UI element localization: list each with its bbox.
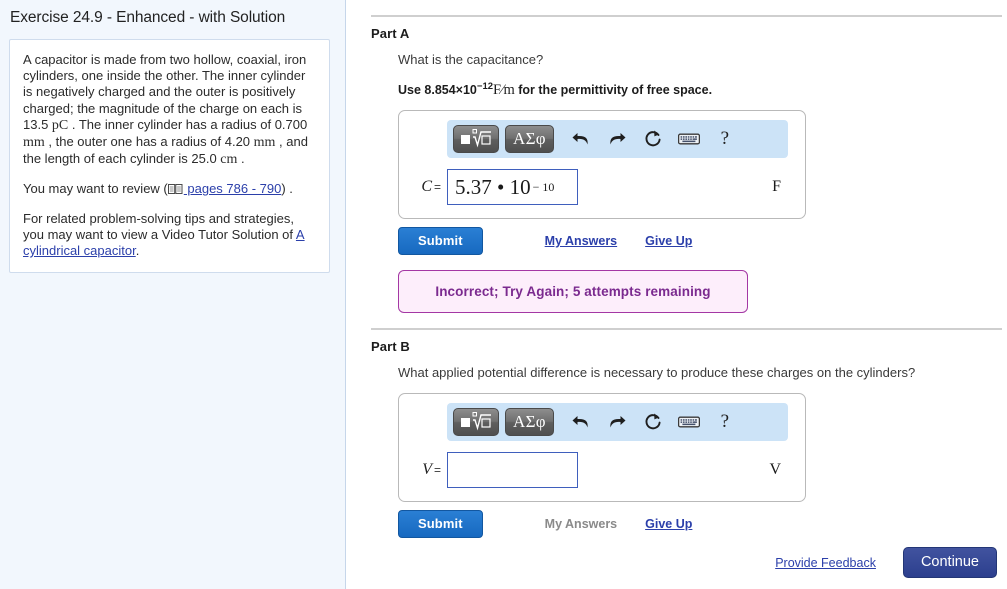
part-a-label: Part A bbox=[371, 26, 410, 41]
part-a-question: What is the capacitance? bbox=[398, 52, 544, 67]
help-icon[interactable]: ? bbox=[710, 408, 740, 436]
part-a-answer-row: C = 5.37 • 10− 10 F bbox=[399, 168, 805, 206]
problem-statement-box: A capacitor is made from two hollow, coa… bbox=[9, 39, 330, 274]
unit-millimeter-inner: mm bbox=[23, 135, 45, 151]
keyboard-icon[interactable] bbox=[674, 125, 704, 153]
video-tutor-prefix: For related problem-solving tips and str… bbox=[23, 210, 296, 242]
hint-exponent: −12 bbox=[476, 81, 494, 92]
template-button[interactable] bbox=[453, 125, 499, 154]
problem-text-b: . The inner cylinder has a radius of 0.7… bbox=[68, 116, 308, 132]
part-a-answer-input[interactable]: 5.37 • 10− 10 bbox=[447, 169, 578, 206]
part-b-variable-label: V = bbox=[413, 461, 447, 479]
part-b-variable: V bbox=[422, 461, 432, 479]
problem-paragraph-2: You may want to review ( pages 786 - 790… bbox=[23, 181, 316, 197]
part-a-math-toolbar: ΑΣφ ? bbox=[447, 120, 788, 159]
part-a-feedback-banner: Incorrect; Try Again; 5 attempts remaini… bbox=[398, 270, 748, 314]
unit-centimeter: cm bbox=[220, 152, 238, 168]
part-b-label: Part B bbox=[371, 339, 410, 355]
part-a-block: Part A What is the capacitance? Use 8.85… bbox=[346, 15, 1007, 314]
part-b-submit-button[interactable]: Submit bbox=[398, 510, 483, 539]
template-button[interactable] bbox=[453, 408, 499, 437]
part-b-give-up-link[interactable]: Give Up bbox=[645, 517, 692, 531]
unit-picocoulomb: pC bbox=[51, 117, 69, 133]
help-icon[interactable]: ? bbox=[710, 125, 740, 153]
bottom-action-bar: Provide Feedback Continue bbox=[775, 547, 997, 578]
hint-prefix: Use 8.854×10 bbox=[398, 83, 477, 98]
continue-button[interactable]: Continue bbox=[902, 547, 997, 578]
problem-text-c: , the outer one has a radius of 4.20 bbox=[44, 134, 254, 150]
hint-unit: F∕m bbox=[493, 82, 515, 99]
exercise-page: Exercise 24.9 - Enhanced - with Solution… bbox=[0, 0, 1007, 589]
part-a-action-row: Submit My Answers Give Up bbox=[398, 227, 806, 256]
part-b-divider bbox=[371, 328, 1002, 331]
video-tutor-suffix: . bbox=[135, 243, 140, 259]
review-prefix: You may want to review ( bbox=[23, 181, 168, 197]
greek-symbols-button[interactable]: ΑΣφ bbox=[505, 408, 554, 437]
part-a-equals: = bbox=[433, 180, 441, 195]
provide-feedback-link[interactable]: Provide Feedback bbox=[775, 556, 876, 570]
part-b-answer-input[interactable] bbox=[447, 452, 578, 489]
part-b-block: Part B What applied potential difference… bbox=[346, 328, 1007, 539]
part-a-answer-panel: ΑΣφ ? C = 5.37 • 10 − 10 F bbox=[398, 110, 806, 220]
part-a-my-answers-link[interactable]: My Answers bbox=[545, 234, 617, 248]
part-a-answer-value: 5.37 • 10 bbox=[455, 174, 531, 199]
unit-millimeter-outer: mm bbox=[253, 135, 276, 151]
part-b-unit: V bbox=[769, 461, 781, 479]
problem-sidebar: Exercise 24.9 - Enhanced - with Solution… bbox=[0, 0, 346, 589]
part-a-variable: C bbox=[421, 178, 432, 196]
hint-suffix: for the permittivity of free space. bbox=[514, 83, 713, 98]
part-a-unit: F bbox=[772, 178, 781, 196]
part-b-answer-row: V = V bbox=[399, 451, 805, 489]
part-b-action-row: Submit My Answers Give Up bbox=[398, 510, 806, 539]
part-a-hint: Use 8.854×10−12F∕m for the permittivity … bbox=[398, 79, 1007, 98]
review-pages-link[interactable]: pages 786 - 790 bbox=[184, 181, 281, 196]
redo-icon[interactable] bbox=[602, 125, 632, 153]
part-b-equals: = bbox=[433, 463, 441, 478]
keyboard-icon[interactable] bbox=[674, 408, 704, 436]
problem-paragraph-1: A capacitor is made from two hollow, coa… bbox=[23, 52, 316, 168]
undo-icon[interactable] bbox=[566, 408, 596, 436]
reset-icon[interactable] bbox=[638, 125, 668, 153]
part-a-submit-button[interactable]: Submit bbox=[398, 227, 483, 256]
part-b-question: What applied potential difference is nec… bbox=[398, 365, 916, 381]
problem-text-e: . bbox=[237, 151, 245, 167]
greek-symbols-button[interactable]: ΑΣφ bbox=[505, 125, 554, 154]
part-b-answer-panel: ΑΣφ ? V = V bbox=[398, 393, 806, 503]
page-title: Exercise 24.9 - Enhanced - with Solution bbox=[10, 9, 286, 26]
reset-icon[interactable] bbox=[638, 408, 668, 436]
problem-paragraph-3: For related problem-solving tips and str… bbox=[23, 211, 316, 260]
part-a-variable-label: C = bbox=[413, 178, 447, 196]
part-a-give-up-link[interactable]: Give Up bbox=[645, 234, 692, 248]
part-a-answer-exponent: − 10 bbox=[532, 179, 555, 194]
book-icon bbox=[167, 183, 183, 195]
redo-icon[interactable] bbox=[602, 408, 632, 436]
part-b-my-answers-link: My Answers bbox=[544, 517, 618, 532]
review-suffix: ) . bbox=[281, 181, 293, 197]
part-a-divider bbox=[371, 15, 1002, 17]
part-b-math-toolbar: ΑΣφ ? bbox=[447, 403, 788, 442]
parts-main-column: Part A What is the capacitance? Use 8.85… bbox=[346, 0, 1007, 589]
undo-icon[interactable] bbox=[566, 125, 596, 153]
